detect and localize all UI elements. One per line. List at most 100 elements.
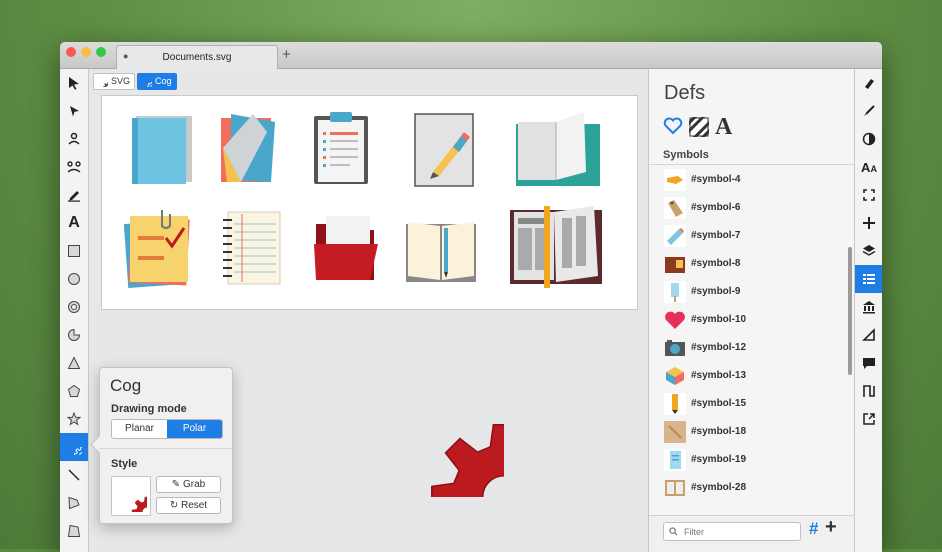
document-tab[interactable]: ● Documents.svg — [116, 45, 278, 69]
list-item[interactable]: #symbol-18 — [649, 418, 854, 446]
list-item[interactable]: #symbol-4 — [649, 166, 854, 194]
list-item[interactable]: #symbol-12 — [649, 334, 854, 362]
hatch-pattern-icon[interactable] — [689, 117, 709, 137]
rectangle-tool[interactable] — [60, 237, 88, 265]
pencil-paper-icon[interactable] — [413, 112, 475, 188]
open-book-icon[interactable] — [514, 110, 600, 188]
export-tool[interactable] — [855, 405, 882, 433]
paint-tool[interactable] — [855, 69, 882, 97]
brush-tool[interactable] — [855, 97, 882, 125]
symbol-name: #symbol-12 — [691, 342, 747, 353]
node-tool[interactable] — [60, 97, 88, 125]
breadcrumb-cog[interactable]: Cog — [137, 73, 177, 90]
comment-icon — [863, 358, 875, 369]
minimize-button[interactable] — [81, 47, 91, 57]
comment-tool[interactable] — [855, 349, 882, 377]
symbol-name: #symbol-28 — [691, 482, 747, 493]
pen-tool[interactable] — [60, 181, 88, 209]
mode-planar-button[interactable]: Planar — [112, 420, 167, 438]
list-item[interactable]: #symbol-19 — [649, 446, 854, 474]
gear-outline-icon — [98, 77, 108, 87]
pentagon-tool[interactable] — [60, 377, 88, 405]
pen-icon — [68, 191, 80, 202]
list-item[interactable]: #symbol-7 — [649, 222, 854, 250]
pentagon-icon — [67, 384, 81, 397]
path-tool[interactable] — [855, 377, 882, 405]
grab-button[interactable]: ✎ Grab — [156, 476, 221, 493]
move-tool[interactable] — [855, 209, 882, 237]
ring-tool[interactable] — [60, 293, 88, 321]
contrast-tool[interactable] — [855, 125, 882, 153]
grab-label: Grab — [182, 479, 206, 490]
font-a-icon[interactable]: A — [715, 114, 732, 141]
line-icon — [68, 469, 80, 481]
zoom-button[interactable] — [96, 47, 106, 57]
filter-input[interactable] — [682, 525, 796, 539]
line-tool[interactable] — [60, 461, 88, 489]
flag-tool[interactable] — [60, 489, 88, 517]
move-icon — [863, 217, 875, 229]
symbol-name: #symbol-19 — [691, 454, 747, 465]
rectangle-icon — [68, 245, 80, 257]
artboard[interactable] — [101, 95, 638, 310]
person-tool[interactable] — [60, 125, 88, 153]
notebook-icon[interactable] — [220, 210, 282, 286]
angle-tool[interactable] — [855, 321, 882, 349]
close-button[interactable] — [66, 47, 76, 57]
text-icon: A — [68, 214, 80, 231]
symbols-scrollbar[interactable] — [848, 247, 852, 375]
list-item[interactable]: #symbol-28 — [649, 474, 854, 502]
breadcrumb-svg[interactable]: SVG — [93, 73, 136, 90]
red-folder-icon[interactable] — [312, 214, 378, 284]
select-tool[interactable] — [60, 69, 88, 97]
select-arrow-icon — [69, 77, 79, 90]
list-item[interactable]: #symbol-9 — [649, 278, 854, 306]
parallelogram-icon — [67, 524, 81, 537]
crescent-tool[interactable] — [60, 321, 88, 349]
document-tab-label: Documents.svg — [162, 52, 232, 63]
layers-tool[interactable] — [855, 237, 882, 265]
node-arrow-icon — [70, 106, 79, 117]
clipboard-icon[interactable] — [312, 110, 370, 186]
people-tool[interactable] — [60, 153, 88, 181]
fullscreen-tool[interactable] — [855, 181, 882, 209]
list-tool[interactable] — [855, 265, 882, 293]
mode-polar-button[interactable]: Polar — [167, 420, 222, 438]
new-tab-button[interactable]: + — [282, 46, 291, 63]
add-button[interactable]: + — [825, 516, 837, 539]
journal-pencil-icon[interactable] — [404, 220, 478, 284]
symbol-thumb-icon — [665, 340, 685, 356]
list-item[interactable]: #symbol-13 — [649, 362, 854, 390]
angle-icon — [862, 328, 875, 341]
symbol-thumb-icon — [665, 257, 685, 273]
breadcrumb-svg-label: SVG — [111, 76, 131, 86]
blue-folder-icon[interactable] — [130, 114, 194, 186]
colored-folders-icon[interactable] — [217, 112, 281, 186]
newspaper-book-icon[interactable] — [508, 204, 604, 288]
filter-field[interactable] — [663, 522, 801, 541]
style-swatch[interactable] — [111, 476, 151, 516]
bank-tool[interactable] — [855, 293, 882, 321]
list-item[interactable]: #symbol-10 — [649, 306, 854, 334]
eyedropper-icon: ✎ — [171, 479, 183, 490]
reset-button[interactable]: ↻ Reset — [156, 497, 221, 514]
notes-check-icon[interactable] — [124, 208, 192, 290]
list-item[interactable]: #symbol-6 — [649, 194, 854, 222]
triangle-tool[interactable] — [60, 349, 88, 377]
fullscreen-icon — [863, 189, 875, 201]
star-tool[interactable] — [60, 405, 88, 433]
heart-icon[interactable] — [663, 116, 683, 136]
list-item[interactable]: #symbol-8 — [649, 250, 854, 278]
parallelogram-tool[interactable] — [60, 517, 88, 545]
list-item[interactable]: #symbol-15 — [649, 390, 854, 418]
hash-button[interactable]: # — [809, 519, 818, 539]
cog-tool[interactable] — [60, 433, 88, 461]
font-size-icon: AA — [861, 159, 877, 175]
export-icon — [863, 413, 875, 425]
symbols-header: Symbols — [649, 144, 854, 165]
symbol-name: #symbol-6 — [691, 202, 741, 213]
selected-cog-shape[interactable] — [352, 345, 504, 497]
circle-tool[interactable] — [60, 265, 88, 293]
text-tool[interactable]: A — [60, 209, 88, 237]
font-size-tool[interactable]: AA — [855, 153, 882, 181]
